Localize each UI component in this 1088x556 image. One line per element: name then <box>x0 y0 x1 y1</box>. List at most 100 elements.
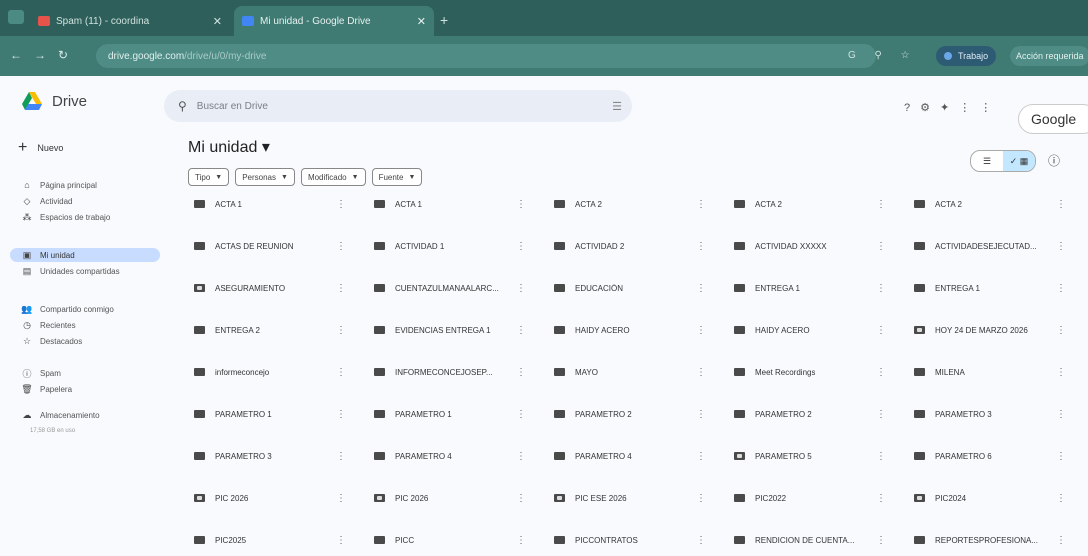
forward-icon[interactable]: → <box>34 48 46 62</box>
sidebar-item-my-drive[interactable]: ▣ Mi unidad <box>10 248 160 262</box>
more-options-icon[interactable]: ⋮ <box>696 451 706 462</box>
folder-item[interactable]: RENDICION DE CUENTA... ⋮ <box>728 526 890 554</box>
page-title[interactable]: Mi unidad ▾ <box>188 137 270 157</box>
search-options-icon[interactable]: ☰ <box>612 100 622 113</box>
folder-item[interactable]: ENTREGA 2 ⋮ <box>188 316 350 344</box>
view-toggle[interactable]: ☰ ✓ ▦ <box>970 150 1036 172</box>
folder-item[interactable]: ACTA 1 ⋮ <box>188 190 350 218</box>
folder-item[interactable]: HOY 24 DE MARZO 2026 ⋮ <box>908 316 1070 344</box>
reload-icon[interactable]: ↻ <box>58 48 68 62</box>
more-options-icon[interactable]: ⋮ <box>876 241 886 252</box>
more-options-icon[interactable]: ⋮ <box>1056 535 1066 546</box>
apps-icon[interactable]: ⋮⋮ <box>959 102 1001 114</box>
sidebar-item-shared-with-me[interactable]: 👥 Compartido conmigo <box>20 302 113 316</box>
more-options-icon[interactable]: ⋮ <box>1056 451 1066 462</box>
more-options-icon[interactable]: ⋮ <box>516 325 526 336</box>
more-options-icon[interactable]: ⋮ <box>696 493 706 504</box>
sidebar-item-shared-drives[interactable]: ▤ Unidades compartidas <box>20 264 120 278</box>
more-options-icon[interactable]: ⋮ <box>516 535 526 546</box>
account-button[interactable]: Google <box>1018 104 1088 134</box>
folder-item[interactable]: PARAMETRO 3 ⋮ <box>908 400 1070 428</box>
folder-item[interactable]: PIC2025 ⋮ <box>188 526 350 554</box>
more-options-icon[interactable]: ⋮ <box>876 409 886 420</box>
folder-item[interactable]: ENTREGA 1 ⋮ <box>908 274 1070 302</box>
more-options-icon[interactable]: ⋮ <box>336 493 346 504</box>
folder-item[interactable]: EDUCACIÓN ⋮ <box>548 274 710 302</box>
more-options-icon[interactable]: ⋮ <box>876 367 886 378</box>
gemini-icon[interactable]: ✦ <box>940 102 959 114</box>
grid-view-icon[interactable]: ✓ ▦ <box>1003 151 1035 171</box>
more-options-icon[interactable]: ⋮ <box>1056 199 1066 210</box>
more-options-icon[interactable]: ⋮ <box>516 409 526 420</box>
more-options-icon[interactable]: ⋮ <box>516 493 526 504</box>
folder-item[interactable]: ACTA 2 ⋮ <box>548 190 710 218</box>
folder-item[interactable]: PARAMETRO 5 ⋮ <box>728 442 890 470</box>
new-button[interactable]: + Nuevo <box>18 136 63 160</box>
folder-item[interactable]: ACTAS DE REUNION ⋮ <box>188 232 350 260</box>
search-input[interactable]: ⚲ Buscar en Drive ☰ <box>164 90 632 122</box>
folder-item[interactable]: PARAMETRO 2 ⋮ <box>728 400 890 428</box>
more-options-icon[interactable]: ⋮ <box>876 325 886 336</box>
tab-gmail[interactable]: Spam (11) - coordina ✕ <box>30 6 230 36</box>
more-options-icon[interactable]: ⋮ <box>876 283 886 294</box>
sidebar-item-activity[interactable]: ◇ Actividad <box>20 194 73 208</box>
sidebar-item-workspaces[interactable]: ⁂ Espacios de trabajo <box>20 210 111 224</box>
sidebar-item-recent[interactable]: ◷ Recientes <box>20 318 76 332</box>
folder-item[interactable]: Meet Recordings ⋮ <box>728 358 890 386</box>
header-icons[interactable]: ?⚙✦⋮⋮ <box>904 101 1001 114</box>
more-options-icon[interactable]: ⋮ <box>696 241 706 252</box>
folder-item[interactable]: PIC ESE 2026 ⋮ <box>548 484 710 512</box>
folder-item[interactable]: EVIDENCIAS ENTREGA 1 ⋮ <box>368 316 530 344</box>
folder-item[interactable]: ACTA 2 ⋮ <box>728 190 890 218</box>
folder-item[interactable]: PIC2022 ⋮ <box>728 484 890 512</box>
folder-item[interactable]: ENTREGA 1 ⋮ <box>728 274 890 302</box>
help-icon[interactable]: ? <box>904 102 920 114</box>
new-tab-icon[interactable]: + <box>440 12 448 28</box>
sidebar-item-storage[interactable]: ☁ Almacenamiento <box>20 408 100 422</box>
folder-item[interactable]: REPORTESPROFESIONA... ⋮ <box>908 526 1070 554</box>
more-options-icon[interactable]: ⋮ <box>1056 325 1066 336</box>
profile-button[interactable]: Trabajo <box>936 46 997 66</box>
more-options-icon[interactable]: ⋮ <box>516 367 526 378</box>
more-options-icon[interactable]: ⋮ <box>696 367 706 378</box>
more-options-icon[interactable]: ⋮ <box>1056 493 1066 504</box>
more-options-icon[interactable]: ⋮ <box>516 451 526 462</box>
more-options-icon[interactable]: ⋮ <box>696 325 706 336</box>
sidebar-item-home[interactable]: ⌂ Página principal <box>20 178 97 192</box>
more-options-icon[interactable]: ⋮ <box>336 367 346 378</box>
back-icon[interactable]: ← <box>10 48 22 62</box>
close-icon[interactable]: ✕ <box>417 15 426 28</box>
info-icon[interactable]: ⓘ <box>1048 152 1060 169</box>
more-options-icon[interactable]: ⋮ <box>696 283 706 294</box>
action-required-button[interactable]: Acción requerida <box>1010 46 1088 66</box>
list-view-icon[interactable]: ☰ <box>971 151 1003 171</box>
folder-item[interactable]: ACTA 2 ⋮ <box>908 190 1070 218</box>
folder-item[interactable]: ACTA 1 ⋮ <box>368 190 530 218</box>
folder-item[interactable]: PICC ⋮ <box>368 526 530 554</box>
address-icons[interactable]: G ⚲ ☆ <box>848 50 918 61</box>
more-options-icon[interactable]: ⋮ <box>516 241 526 252</box>
filter-modified[interactable]: Modificado ▼ <box>300 168 366 186</box>
more-options-icon[interactable]: ⋮ <box>876 451 886 462</box>
window-menu-icon[interactable] <box>8 10 24 24</box>
folder-item[interactable]: PARAMETRO 1 ⋮ <box>368 400 530 428</box>
more-options-icon[interactable]: ⋮ <box>336 409 346 420</box>
folder-item[interactable]: PARAMETRO 1 ⋮ <box>188 400 350 428</box>
folder-item[interactable]: PARAMETRO 6 ⋮ <box>908 442 1070 470</box>
folder-item[interactable]: HAIDY ACERO ⋮ <box>728 316 890 344</box>
folder-item[interactable]: HAIDY ACERO ⋮ <box>548 316 710 344</box>
folder-item[interactable]: PIC 2026 ⋮ <box>188 484 350 512</box>
filter-source[interactable]: Fuente ▼ <box>371 168 423 186</box>
more-options-icon[interactable]: ⋮ <box>1056 283 1066 294</box>
more-options-icon[interactable]: ⋮ <box>336 199 346 210</box>
more-options-icon[interactable]: ⋮ <box>336 535 346 546</box>
folder-item[interactable]: PARAMETRO 3 ⋮ <box>188 442 350 470</box>
folder-item[interactable]: informeconcejo ⋮ <box>188 358 350 386</box>
folder-item[interactable]: ACTIVIDAD 1 ⋮ <box>368 232 530 260</box>
folder-item[interactable]: ACTIVIDAD 2 ⋮ <box>548 232 710 260</box>
more-options-icon[interactable]: ⋮ <box>696 535 706 546</box>
folder-item[interactable]: MAYO ⋮ <box>548 358 710 386</box>
more-options-icon[interactable]: ⋮ <box>876 199 886 210</box>
folder-item[interactable]: MILENA ⋮ <box>908 358 1070 386</box>
folder-item[interactable]: ACTIVIDAD XXXXX ⋮ <box>728 232 890 260</box>
